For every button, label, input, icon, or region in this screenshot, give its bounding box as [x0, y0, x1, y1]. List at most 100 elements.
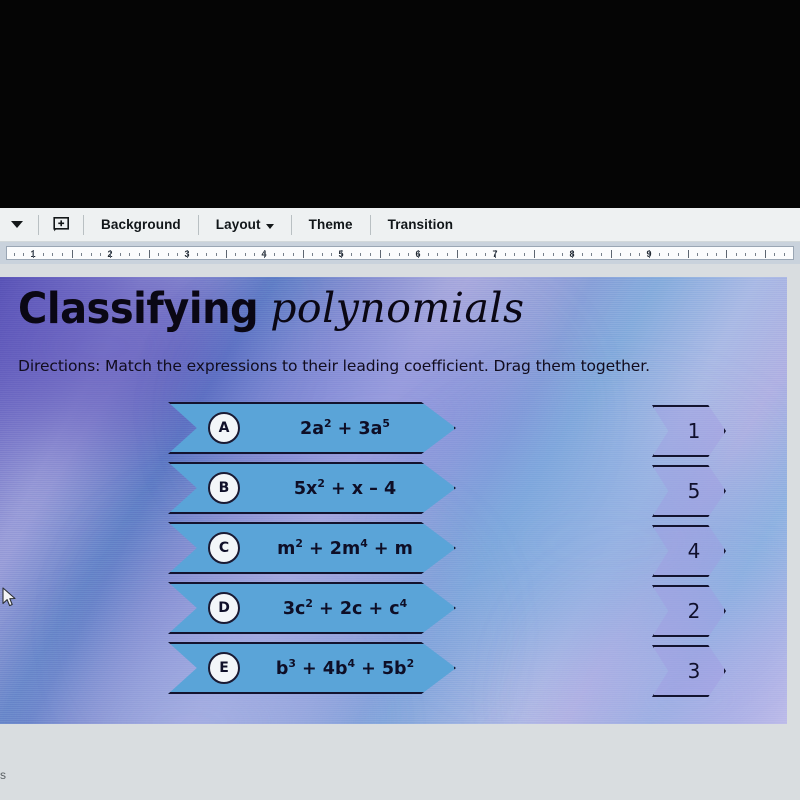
- ruler-tick: [331, 253, 332, 256]
- ruler-tick: [23, 253, 24, 256]
- ruler-tick: [688, 250, 689, 258]
- coefficient-tag[interactable]: 2: [652, 585, 726, 637]
- ruler-tick: [572, 250, 573, 258]
- slide-canvas-area: Classifying polynomials Directions: Matc…: [0, 264, 800, 800]
- ruler-tick: [206, 253, 207, 256]
- coefficient-tag[interactable]: 1: [652, 405, 726, 457]
- banner-letter-badge: A: [208, 412, 240, 444]
- ruler-tick: [370, 253, 371, 256]
- slide-title-bold: Classifying: [18, 284, 259, 334]
- ruler-tick: [755, 253, 756, 256]
- ruler-tick: [784, 253, 785, 256]
- ruler-tick: [110, 250, 111, 258]
- ruler-tick: [745, 253, 746, 256]
- toolbar-item-label: Theme: [308, 217, 353, 232]
- toolbar-divider: [197, 214, 199, 235]
- ruler-tick: [226, 250, 227, 258]
- toolbar-item-transition[interactable]: Transition: [379, 214, 463, 235]
- ruler-tick: [591, 253, 592, 256]
- ruler-tick: [389, 253, 390, 256]
- ruler-tick: [611, 250, 612, 258]
- ruler-tick: [534, 250, 535, 258]
- coefficient-tag-number: 1: [687, 419, 701, 443]
- slide[interactable]: Classifying polynomials Directions: Matc…: [0, 277, 787, 724]
- ruler-tick: [62, 253, 63, 256]
- coefficient-tag-list: 1 5 4 2 3: [652, 405, 728, 705]
- ruler-tick: [485, 253, 486, 256]
- ruler-tick: [736, 253, 737, 256]
- ruler-tick: [245, 253, 246, 256]
- horizontal-ruler-area: 123456789: [0, 242, 800, 264]
- ruler-tick: [72, 250, 73, 258]
- toolbar-item-label: Layout: [215, 217, 261, 232]
- toolbar-item-layout[interactable]: Layout: [207, 214, 283, 235]
- expression-banner[interactable]: Cm2 + 2m4 + m: [168, 522, 456, 574]
- toolbar-overflow-caret[interactable]: [4, 212, 30, 238]
- slide-title[interactable]: Classifying polynomials: [18, 284, 525, 334]
- ruler-tick: [303, 250, 304, 258]
- banner-letter-badge: B: [208, 472, 240, 504]
- coefficient-tag[interactable]: 5: [652, 465, 726, 517]
- chevron-down-icon: [265, 223, 274, 229]
- ruler-tick: [620, 253, 621, 256]
- ruler-tick: [765, 250, 766, 258]
- ruler-tick: [678, 253, 679, 256]
- ruler-tick: [668, 253, 669, 256]
- toolbar-item-label: Transition: [387, 217, 454, 232]
- banner-expression: 5x2 + x – 4: [293, 477, 397, 499]
- ruler-tick: [514, 253, 515, 256]
- ruler-tick: [707, 253, 708, 256]
- letterbox-top: [0, 0, 800, 208]
- ruler-tick: [399, 253, 400, 256]
- expression-banner[interactable]: B 5x2 + x – 4: [168, 462, 456, 514]
- ruler-tick: [495, 250, 496, 258]
- expression-banner[interactable]: Eb3 + 4b4 + 5b2: [168, 642, 456, 694]
- coefficient-tag-number: 3: [687, 659, 701, 683]
- coefficient-tag-number: 2: [687, 599, 701, 623]
- ruler-tick: [457, 250, 458, 258]
- ruler-tick: [264, 250, 265, 258]
- expression-banner[interactable]: A 2a2 + 3a5: [168, 402, 456, 454]
- ruler-tick: [197, 253, 198, 256]
- toolbar-item-theme[interactable]: Theme: [300, 214, 362, 235]
- ruler-tick: [716, 253, 717, 256]
- ruler-tick: [697, 253, 698, 256]
- ruler-tick: [14, 253, 15, 256]
- ruler-tick: [322, 253, 323, 256]
- ruler-tick: [139, 253, 140, 256]
- ruler-tick: [428, 253, 429, 256]
- toolbar-item-background[interactable]: Background: [92, 214, 190, 235]
- ruler-tick: [437, 253, 438, 256]
- coefficient-tag-number: 4: [687, 539, 701, 563]
- ruler-tick: [659, 253, 660, 256]
- banner-expression: m2 + 2m4 + m: [277, 537, 413, 559]
- ruler-tick: [43, 253, 44, 256]
- ruler-tick: [466, 253, 467, 256]
- slide-content: Classifying polynomials Directions: Matc…: [0, 277, 787, 724]
- banner-letter-badge: C: [208, 532, 240, 564]
- ruler-tick: [100, 253, 101, 256]
- ruler-tick: [380, 250, 381, 258]
- horizontal-ruler[interactable]: 123456789: [6, 246, 794, 260]
- ruler-tick: [601, 253, 602, 256]
- expression-banner[interactable]: D 3c2 + 2c + c4: [168, 582, 456, 634]
- banner-expression: 2a2 + 3a5: [300, 417, 390, 439]
- ruler-tick: [129, 253, 130, 256]
- ruler-tick: [447, 253, 448, 256]
- coefficient-tag[interactable]: 4: [652, 525, 726, 577]
- ruler-tick: [52, 253, 53, 256]
- ruler-tick: [177, 253, 178, 256]
- banner-expression: b3 + 4b4 + 5b2: [275, 657, 415, 679]
- bottom-partial-text: s: [0, 768, 6, 782]
- ruler-tick: [505, 253, 506, 256]
- ruler-tick: [81, 253, 82, 256]
- ruler-tick: [341, 250, 342, 258]
- ruler-tick: [351, 253, 352, 256]
- ruler-tick: [274, 253, 275, 256]
- coefficient-tag[interactable]: 3: [652, 645, 726, 697]
- directions-text[interactable]: Directions: Match the expressions to the…: [18, 357, 650, 375]
- banner-expression: 3c2 + 2c + c4: [282, 597, 408, 619]
- toolbar-divider: [369, 214, 371, 235]
- banner-letter-badge: D: [208, 592, 240, 624]
- new-slide-button[interactable]: [47, 212, 75, 238]
